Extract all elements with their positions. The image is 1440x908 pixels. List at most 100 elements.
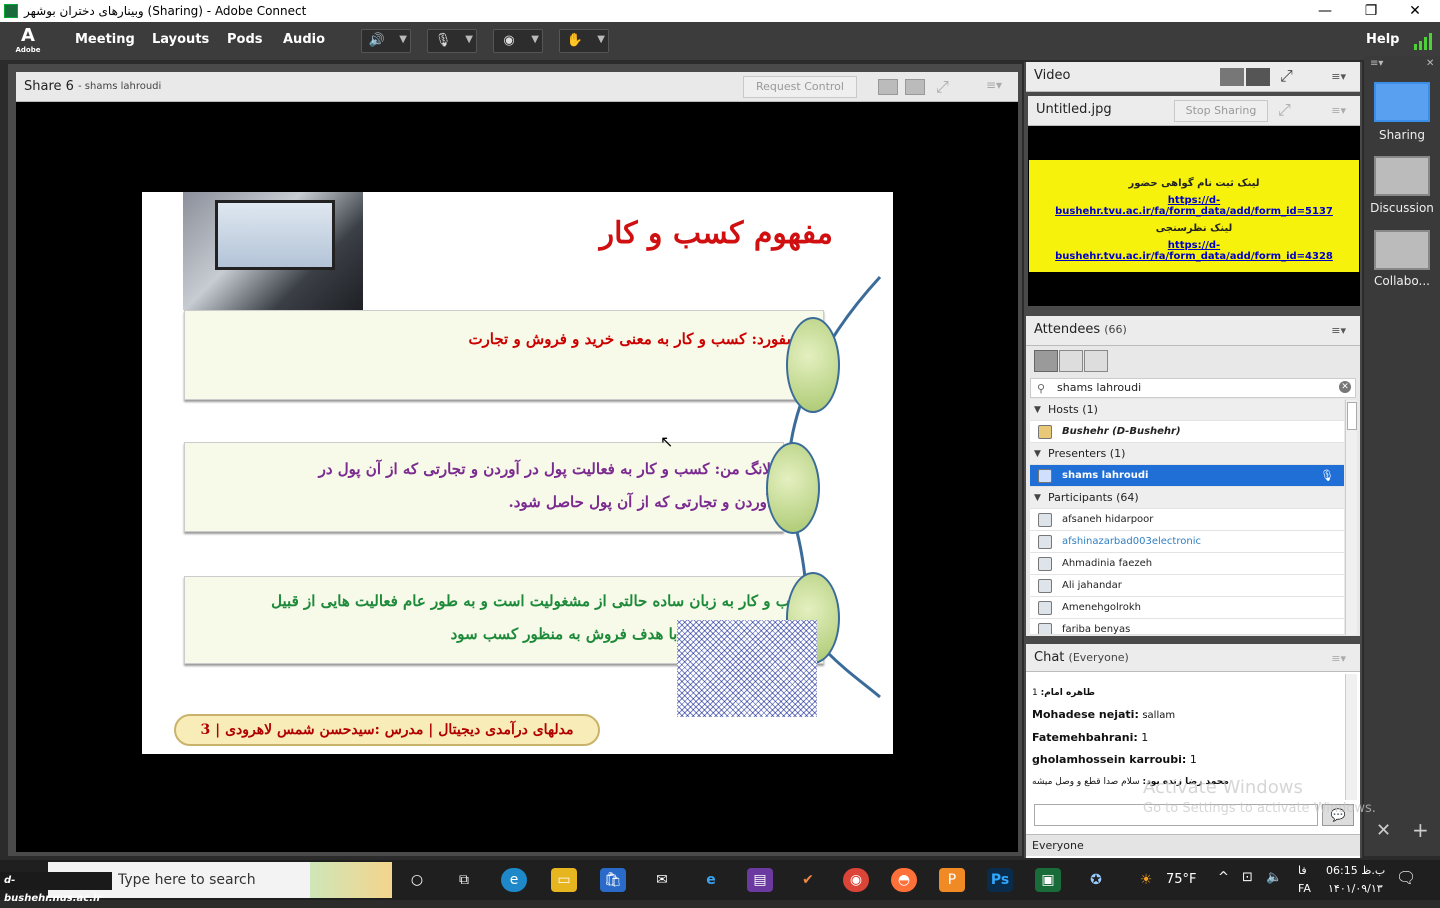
filmstrip-view-icon[interactable]	[1246, 68, 1270, 86]
participant-row[interactable]: Amenehgolrokh	[1030, 597, 1344, 619]
chevron-down-icon[interactable]: ▼	[399, 34, 407, 45]
pod-menu-icon[interactable]: ≡▾	[1331, 104, 1346, 117]
chat-scope: (Everyone)	[1068, 651, 1129, 664]
layout-label-discussion[interactable]: Discussion	[1364, 201, 1440, 215]
chat-text: سلام صدا قطع و وصل میشه	[1032, 777, 1140, 787]
chat-recipient-select[interactable]: Everyone	[1032, 839, 1084, 852]
status-view-icon[interactable]	[1059, 350, 1083, 372]
store-icon[interactable]: 🛍	[600, 868, 626, 892]
grid-view-icon[interactable]	[1220, 68, 1244, 86]
chat-sender: طاهره امام:	[1040, 688, 1095, 698]
layout-thumb-sharing[interactable]	[1374, 82, 1430, 122]
adobe-connect-taskbar-icon[interactable]: ▣	[1035, 868, 1061, 892]
clock-time[interactable]: 06:15 ب.ظ	[1326, 864, 1385, 877]
participant-icon	[1038, 513, 1052, 527]
todo-icon[interactable]: ✔	[795, 868, 821, 892]
webcam-control[interactable]: ◉ ▼	[493, 29, 543, 53]
attendees-scrollbar[interactable]	[1345, 400, 1357, 635]
chrome-icon[interactable]: ◉	[843, 868, 869, 892]
minimize-button[interactable]: —	[1302, 0, 1348, 22]
pod-menu-icon[interactable]: ≡▾	[1331, 652, 1346, 665]
breakout-view-icon[interactable]	[1084, 350, 1108, 372]
speaker-control[interactable]: 🔊 ▼	[361, 29, 411, 53]
attendee-search-field[interactable]: ⚲ shams lahroudi ✕	[1030, 378, 1356, 398]
firefox-icon[interactable]: ◓	[891, 868, 917, 892]
photoshop-icon[interactable]: Ps	[987, 868, 1013, 892]
collapse-triangle-icon[interactable]: ▼	[1034, 487, 1041, 509]
participants-group[interactable]: ▼ Participants (64)	[1030, 487, 1344, 509]
network-app-icon[interactable]: ✪	[1083, 868, 1109, 892]
fullscreen-icon[interactable]: ⤢	[1278, 100, 1291, 120]
menu-audio[interactable]: Audio	[283, 32, 325, 47]
hosts-group[interactable]: ▼ Hosts (1)	[1030, 399, 1344, 421]
internet-explorer-icon[interactable]: e	[698, 868, 724, 892]
fullscreen-icon[interactable]: ⤢	[1280, 66, 1293, 86]
layout-thumb-discussion[interactable]	[1374, 156, 1430, 196]
chevron-down-icon[interactable]: ▼	[531, 34, 539, 45]
clock-date[interactable]: ۱۴۰۱/۰۹/۱۳	[1328, 882, 1383, 895]
presenters-group[interactable]: ▼ Presenters (1)	[1030, 443, 1344, 465]
layouts-menu-icon[interactable]: ≡▾	[1370, 58, 1383, 69]
chat-text: 1	[1189, 753, 1197, 766]
menu-meeting[interactable]: Meeting	[75, 32, 135, 47]
participant-row[interactable]: afshinazarbad003electronic	[1030, 531, 1344, 553]
list-view-icon[interactable]	[1034, 350, 1058, 372]
menu-help[interactable]: Help	[1366, 32, 1399, 47]
webcam-icon: ◉	[503, 33, 515, 48]
fullscreen-icon[interactable]: ⤢	[936, 77, 949, 97]
menu-pods[interactable]: Pods	[227, 32, 263, 47]
delete-layout-icon[interactable]: ✕	[1376, 820, 1391, 841]
weather-temp[interactable]: 75°F	[1166, 872, 1197, 887]
input-language-code[interactable]: FA	[1298, 882, 1311, 895]
pod-menu-icon[interactable]: ≡▾	[1331, 70, 1346, 83]
chevron-down-icon[interactable]: ▼	[465, 34, 473, 45]
scrollbar-thumb[interactable]	[1347, 402, 1357, 430]
chat-message: طاهره امام: 1	[1032, 682, 1338, 704]
collapse-triangle-icon[interactable]: ▼	[1034, 443, 1041, 465]
survey-link[interactable]: https://d-bushehr.tvu.ac.ir/fa/form_data…	[1029, 240, 1359, 262]
close-button[interactable]: ✕	[1392, 0, 1438, 22]
chat-text: 1	[1032, 688, 1038, 698]
request-control-button[interactable]: Request Control	[743, 76, 857, 98]
layout-label-sharing[interactable]: Sharing	[1364, 128, 1440, 142]
cortana-icon[interactable]: ○	[404, 868, 430, 892]
maximize-button[interactable]: ❐	[1348, 0, 1394, 22]
mail-icon[interactable]: ✉	[649, 868, 675, 892]
show-hidden-icons[interactable]: ^	[1218, 870, 1229, 885]
connection-strength-icon	[1414, 32, 1436, 50]
participant-row[interactable]: Ali jahandar	[1030, 575, 1344, 597]
add-layout-icon[interactable]: +	[1412, 818, 1429, 842]
notifications-icon[interactable]: 🗨	[1396, 868, 1416, 887]
volume-icon[interactable]: 🔈	[1266, 870, 1282, 885]
menu-layouts[interactable]: Layouts	[152, 32, 209, 47]
close-icon[interactable]: ✕	[1426, 58, 1434, 69]
layout-thumb-collaboration[interactable]	[1374, 230, 1430, 270]
input-language-fa[interactable]: فا	[1298, 864, 1307, 877]
pod-menu-icon[interactable]: ≡▾	[986, 78, 1002, 92]
certificate-link[interactable]: https://d-bushehr.tvu.ac.ir/fa/form_data…	[1029, 195, 1359, 217]
participant-row[interactable]: afsaneh hidarpoor	[1030, 509, 1344, 531]
collapse-triangle-icon[interactable]: ▼	[1034, 399, 1041, 421]
pod-menu-icon[interactable]: ≡▾	[1331, 324, 1346, 337]
task-view-icon[interactable]: ⧉	[451, 868, 477, 892]
file-explorer-icon[interactable]: ▭	[551, 868, 577, 892]
microphone-control[interactable]: 🎙 ▼	[427, 29, 477, 53]
attendee-row-host[interactable]: Bushehr (D-Bushehr)	[1030, 421, 1344, 443]
edge-icon[interactable]: e	[501, 868, 527, 892]
network-icon[interactable]: ⊡	[1242, 870, 1253, 885]
powerpoint-pdf-icon[interactable]: P	[939, 868, 965, 892]
raise-hand-control[interactable]: ✋ ▼	[559, 29, 609, 53]
chevron-down-icon[interactable]: ▼	[597, 34, 605, 45]
participant-row[interactable]: fariba benyas	[1030, 619, 1344, 635]
participant-row[interactable]: Ahmadinia faezeh	[1030, 553, 1344, 575]
microphone-icon: 🎙	[434, 33, 452, 48]
stop-sharing-button[interactable]: Stop Sharing	[1174, 100, 1268, 122]
attendee-row-presenter[interactable]: shams lahroudi 🎙	[1030, 465, 1344, 487]
chat-scrollbar[interactable]	[1345, 674, 1357, 800]
full-view-icon[interactable]	[905, 79, 925, 95]
layout-label-collaboration[interactable]: Collabo...	[1364, 274, 1440, 288]
attendee-search-value: shams lahroudi	[1057, 381, 1142, 394]
fit-width-icon[interactable]	[878, 79, 898, 95]
winrar-icon[interactable]: ▤	[747, 868, 773, 892]
clear-search-icon[interactable]: ✕	[1339, 381, 1351, 393]
